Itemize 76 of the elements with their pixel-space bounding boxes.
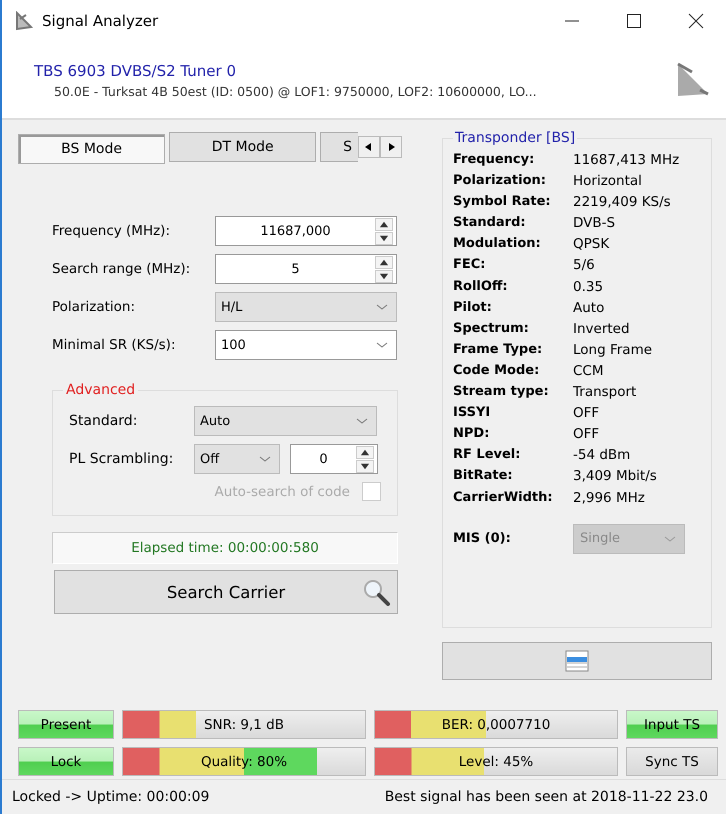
info-value: Long Frame [573,342,654,358]
chevron-down-icon [259,455,271,463]
info-value: 3,409 Mbit/s [573,468,658,484]
field-label: Frequency (MHz): [52,223,171,239]
info-value: 5/6 [573,257,596,274]
status-text: Locked -> Uptime: 00:00:09 [12,789,210,805]
mode-tab[interactable]: S [320,132,358,162]
info-label: Frequency: [453,152,536,168]
group-title: Advanced [65,382,136,398]
meter-reading: Level: 45% [458,754,534,770]
window-title: Signal Analyzer [42,12,160,30]
group-title: Transponder [BS] [454,130,576,146]
dropdown[interactable]: Off [194,444,280,474]
search-icon [361,577,391,607]
meter-reading: BER: 0,0007710 [442,716,550,732]
elapsed-time: Elapsed time: 00:00:00:580 [52,532,398,564]
info-value: 0.35 [573,278,604,295]
number-field[interactable]: 11687,000 [215,216,397,246]
field-label: Standard: [69,413,138,429]
info-label: BitRate: [453,468,514,484]
info-label: FEC: [453,257,486,274]
dropdown[interactable]: 100 [215,330,397,360]
info-value: Transport [573,384,638,400]
status-indicator: Sync TS [626,747,718,776]
close-icon[interactable] [688,13,704,29]
info-label: Spectrum: [453,320,530,337]
info-label: RF Level: [453,447,522,464]
info-value: QPSK [573,236,610,252]
info-value: Auto [573,300,606,316]
info-value: Horizontal [573,173,643,190]
field-label: Minimal SR (KS/s): [52,337,176,353]
info-label: Pilot: [453,300,493,316]
mode-tab[interactable]: BS Mode [18,134,166,164]
info-value: OFF [573,426,600,442]
info-label: ISSYI [453,405,492,422]
info-label: RollOff: [453,278,509,295]
chevron-down-icon [376,341,388,349]
satellite-info: 50.0E - Turksat 4B 50est (ID: 0500) @ LOF1: 9750000, LOF2: 10600000, LO... [54,84,538,98]
info-value: 2,996 MHz [573,490,646,506]
meter-reading: SNR: 9,1 dB [204,716,284,732]
info-label: CarrierWidth: [453,490,554,506]
info-value: -54 dBm [573,447,632,464]
chevron-down-icon [664,534,676,542]
info-value: 11687,413 MHz [573,152,680,168]
field-label: PL Scrambling: [69,451,174,467]
info-label: MIS (0): [453,531,512,546]
info-value: Inverted [573,320,631,337]
chevron-down-icon [376,303,388,311]
number-field[interactable]: 0 [290,444,378,474]
status-indicator: Input TS [626,710,718,739]
chevron-down-icon [356,417,368,425]
status-text: Best signal has been seen at 2018-11-22 23.0 [384,789,708,805]
info-label: Frame Type: [453,342,544,358]
info-value: CCM [573,362,605,379]
info-value: 2219,409 KS/s [573,194,672,210]
info-value: DVB-S [573,215,616,232]
dropdown[interactable]: Auto [194,406,377,436]
number-field[interactable]: 5 [215,254,397,284]
info-label: Code Mode: [453,362,540,379]
status-indicator: Lock [18,747,114,776]
maximize-icon[interactable] [626,13,642,29]
list-icon [565,650,589,672]
info-value: OFF [573,405,600,422]
info-label: Symbol Rate: [453,194,552,210]
info-label: NPD: [453,426,490,442]
device-name: TBS 6903 DVBS/S2 Tuner 0 [34,62,238,80]
status-indicator: Present [18,710,114,739]
info-label: Stream type: [453,384,550,400]
info-label: Polarization: [453,173,547,190]
field-label: Search range (MHz): [52,261,192,277]
search-carrier-button[interactable]: Search Carrier [54,570,398,614]
mode-tab[interactable]: DT Mode [169,132,316,162]
checkbox-label: Auto-search of code [214,484,350,500]
field-label: Polarization: [52,299,136,315]
info-label: Modulation: [453,236,542,252]
info-label: Standard: [453,215,527,232]
